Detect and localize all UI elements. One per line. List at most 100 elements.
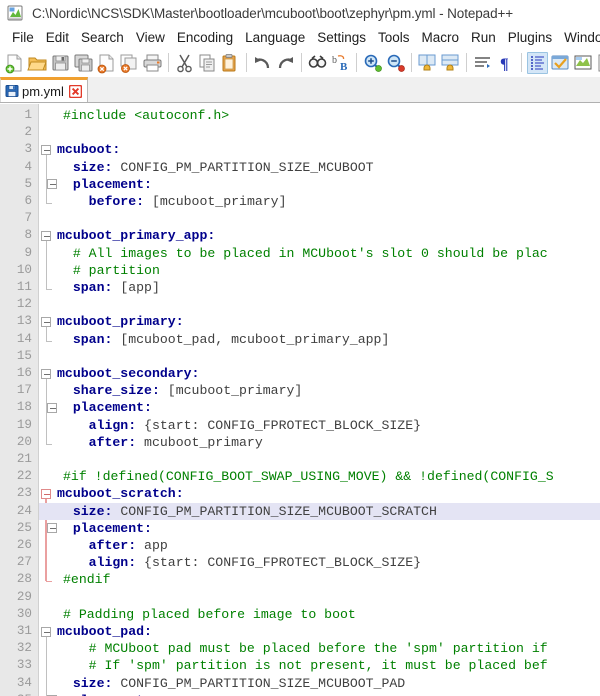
fold-toggle-icon[interactable] xyxy=(47,179,57,190)
code-token: #endif xyxy=(63,572,111,588)
save-icon[interactable] xyxy=(50,52,71,74)
code-token: before: xyxy=(57,194,145,209)
document-map-icon[interactable] xyxy=(573,52,594,74)
menu-settings[interactable]: Settings xyxy=(311,30,372,45)
save-all-icon[interactable] xyxy=(73,52,94,74)
code-line-text: size: CONFIG_PM_PARTITION_SIZE_MCUBOOT_P… xyxy=(57,675,600,692)
menu-tools[interactable]: Tools xyxy=(372,30,416,45)
menu-run[interactable]: Run xyxy=(465,30,502,45)
sync-vertical-scrolling-icon[interactable] xyxy=(417,52,438,74)
zoom-in-icon[interactable] xyxy=(362,52,383,74)
code-line[interactable]: 19 align: {start: CONFIG_FPROTECT_BLOCK_… xyxy=(0,417,600,434)
cut-icon[interactable] xyxy=(174,52,195,74)
menu-edit[interactable]: Edit xyxy=(40,30,75,45)
show-all-characters-icon[interactable]: ¶ xyxy=(495,52,516,74)
code-line[interactable]: 7 xyxy=(0,210,600,227)
fold-toggle-icon[interactable] xyxy=(41,368,51,379)
code-line[interactable]: 26 after: app xyxy=(0,537,600,554)
code-editor[interactable]: 1 #include <autoconf.h> 2 3 mcuboot: 4 size: … xyxy=(0,103,600,696)
code-line[interactable]: 6 before: [mcuboot_primary] xyxy=(0,193,600,210)
line-number: 4 xyxy=(24,159,32,174)
code-line[interactable]: 24 size: CONFIG_PM_PARTITION_SIZE_MCUBOO… xyxy=(0,502,600,520)
line-number: 27 xyxy=(16,555,32,570)
code-line[interactable]: 11 span: [app] xyxy=(0,279,600,296)
code-line[interactable]: 25 placement: xyxy=(0,520,600,537)
open-file-icon[interactable] xyxy=(27,52,48,74)
menu-encoding[interactable]: Encoding xyxy=(171,30,239,45)
code-token: # Padding placed before image to boot xyxy=(63,606,356,622)
code-line[interactable]: 1 #include <autoconf.h> xyxy=(0,107,600,124)
menu-language[interactable]: Language xyxy=(239,30,311,45)
code-line[interactable]: 14 span: [mcuboot_pad, mcuboot_primary_a… xyxy=(0,331,600,348)
code-line[interactable]: 9 # All images to be placed in MCUboot's… xyxy=(0,245,600,262)
code-line[interactable]: 30 # Padding placed before image to boot xyxy=(0,606,600,623)
line-number: 31 xyxy=(16,624,32,638)
code-line[interactable]: 10 # partition xyxy=(0,262,600,279)
code-line[interactable]: 21 xyxy=(0,451,600,468)
code-line[interactable]: 27 align: {start: CONFIG_FPROTECT_BLOCK_… xyxy=(0,554,600,571)
code-line[interactable]: 5 placement: xyxy=(0,176,600,193)
code-line[interactable]: 4 size: CONFIG_PM_PARTITION_SIZE_MCUBOOT xyxy=(0,159,600,176)
line-number: 9 xyxy=(24,245,32,260)
fold-toggle-icon[interactable] xyxy=(41,316,51,327)
find-icon[interactable] xyxy=(307,52,328,74)
user-defined-dialog-icon[interactable] xyxy=(550,52,571,74)
menu-window[interactable]: Window xyxy=(558,30,600,45)
menu-view[interactable]: View xyxy=(130,30,171,45)
print-icon[interactable] xyxy=(142,52,163,74)
line-number: 26 xyxy=(16,538,32,552)
fold-toggle-icon[interactable] xyxy=(41,488,51,499)
code-text-area[interactable]: 1 #include <autoconf.h> 2 3 mcuboot: 4 size: … xyxy=(0,104,600,696)
code-line[interactable]: 28 #endif xyxy=(0,571,600,588)
paste-icon[interactable] xyxy=(220,52,241,74)
fold-toggle-icon[interactable] xyxy=(41,626,51,637)
tab-pm-yml[interactable]: pm.yml xyxy=(0,77,88,102)
menu-macro[interactable]: Macro xyxy=(416,30,466,45)
redo-icon[interactable] xyxy=(275,52,296,74)
close-file-icon[interactable] xyxy=(96,52,117,74)
new-file-icon[interactable] xyxy=(4,52,25,74)
undo-icon[interactable] xyxy=(252,52,273,74)
code-line[interactable]: 22 #if !defined(CONFIG_BOOT_SWAP_USING_MO… xyxy=(0,468,600,485)
code-line[interactable]: 13 mcuboot_primary: xyxy=(0,313,600,330)
code-line[interactable]: 29 xyxy=(0,589,600,606)
code-line[interactable]: 2 xyxy=(0,124,600,141)
zoom-out-icon[interactable] xyxy=(385,52,406,74)
sync-horizontal-scrolling-icon[interactable] xyxy=(440,52,461,74)
code-line[interactable]: 15 xyxy=(0,348,600,365)
function-list-icon[interactable] xyxy=(596,52,600,74)
close-all-files-icon[interactable] xyxy=(119,52,140,74)
code-line[interactable]: 12 xyxy=(0,296,600,313)
code-line[interactable]: 32 # MCUboot pad must be placed before t… xyxy=(0,640,600,657)
code-line-text: mcuboot_primary: xyxy=(57,313,600,330)
code-line[interactable]: 33 # If 'spm' partition is not present, … xyxy=(0,657,600,674)
code-line[interactable]: 35 placement: xyxy=(0,692,600,696)
word-wrap-icon[interactable] xyxy=(472,52,493,74)
fold-toggle-icon[interactable] xyxy=(41,144,51,155)
toolbar: b B ¶ xyxy=(0,48,600,77)
fold-toggle-icon[interactable] xyxy=(47,523,57,534)
code-line[interactable]: 8 mcuboot_primary_app: xyxy=(0,227,600,244)
menu-file[interactable]: File xyxy=(6,30,40,45)
code-line[interactable]: 34 size: CONFIG_PM_PARTITION_SIZE_MCUBOO… xyxy=(0,675,600,692)
menu-search[interactable]: Search xyxy=(75,30,130,45)
code-line[interactable]: 16 mcuboot_secondary: xyxy=(0,365,600,382)
indent-guide-icon[interactable] xyxy=(527,51,548,74)
code-token: share_size: xyxy=(57,383,160,399)
replace-icon[interactable]: b B xyxy=(330,52,351,74)
menu-bar: File Edit Search View Encoding Language … xyxy=(0,26,600,48)
line-number: 11 xyxy=(16,280,32,294)
menu-plugins[interactable]: Plugins xyxy=(502,30,558,45)
svg-text:B: B xyxy=(340,61,348,73)
fold-toggle-icon[interactable] xyxy=(41,230,51,241)
copy-icon[interactable] xyxy=(197,52,218,74)
code-line[interactable]: 17 share_size: [mcuboot_primary] xyxy=(0,382,600,399)
close-icon[interactable] xyxy=(68,84,83,98)
code-token: CONFIG_PM_PARTITION_SIZE_MCUBOOT_PAD xyxy=(112,675,406,691)
code-line[interactable]: 20 after: mcuboot_primary xyxy=(0,434,600,451)
code-line[interactable]: 3 mcuboot: xyxy=(0,141,600,158)
code-line[interactable]: 18 placement: xyxy=(0,399,600,416)
code-line[interactable]: 23 mcuboot_scratch: xyxy=(0,485,600,502)
fold-toggle-icon[interactable] xyxy=(47,402,57,413)
code-line[interactable]: 31 mcuboot_pad: xyxy=(0,623,600,640)
